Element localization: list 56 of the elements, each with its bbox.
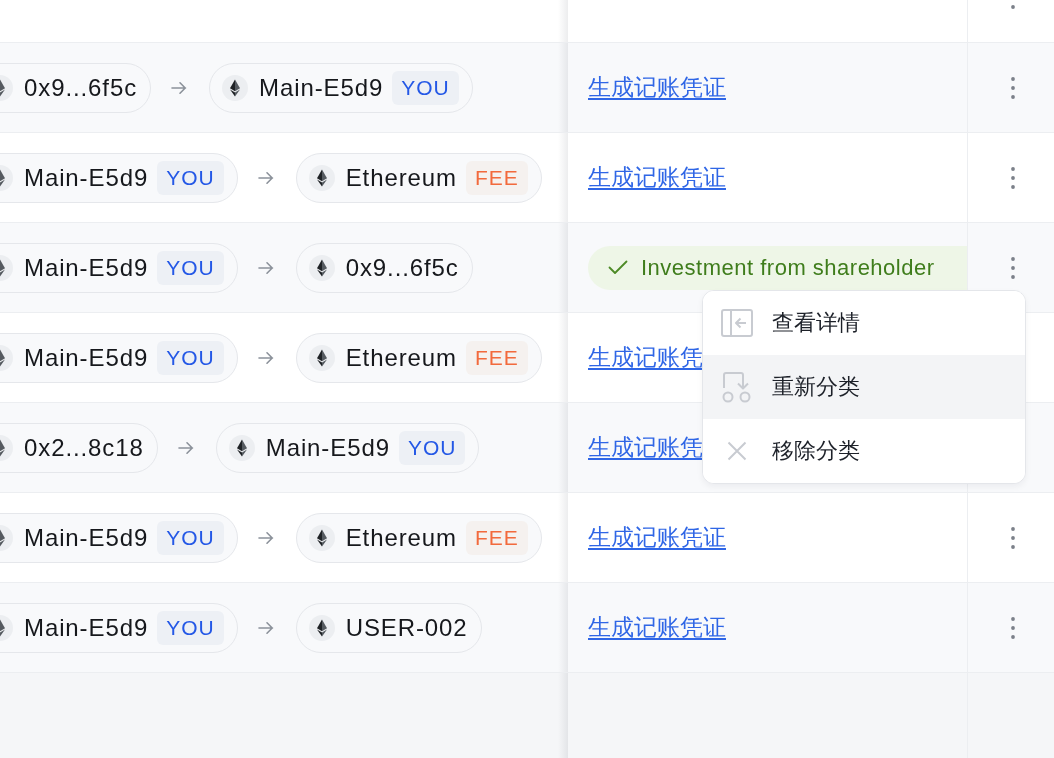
- account-tag: YOU: [157, 610, 224, 645]
- close-icon: [727, 441, 747, 461]
- account-tag: FEE: [465, 160, 528, 195]
- account-tag: YOU: [157, 340, 224, 375]
- account-name: 0x9...6f5c: [24, 73, 138, 102]
- arrow-right-icon: [171, 80, 188, 95]
- menu-item[interactable]: 查看详情: [703, 291, 1025, 355]
- voucher-link[interactable]: 生成记账凭证: [588, 162, 726, 193]
- account-name: Main-E5d9: [265, 433, 390, 462]
- account-name: 0x2...8c18: [24, 433, 144, 462]
- account-tag: FEE: [465, 340, 528, 375]
- kebab-icon: [1010, 166, 1015, 189]
- ethereum-icon: [222, 74, 249, 101]
- account-name: Ethereum: [345, 523, 457, 552]
- account-tag: YOU: [157, 160, 224, 195]
- arrow-right-icon: [257, 170, 274, 185]
- arrow-right-icon: [257, 530, 274, 545]
- account-name: Main-E5d9: [24, 523, 149, 552]
- ethereum-icon: [308, 524, 335, 551]
- arrow-right-icon: [257, 350, 274, 365]
- arrow-right-icon: [257, 260, 274, 275]
- account-tag: YOU: [157, 520, 224, 555]
- account-name: Main-E5d9: [259, 73, 384, 102]
- ethereum-icon: [308, 254, 335, 281]
- account-name: Main-E5d9: [24, 613, 149, 642]
- kebab-icon: [1010, 256, 1015, 279]
- voucher-link[interactable]: 生成记账凭证: [588, 612, 726, 643]
- ethereum-icon: [308, 164, 335, 191]
- account-tag: FEE: [465, 520, 528, 555]
- account-name: Main-E5d9: [24, 253, 149, 282]
- account-tag: YOU: [157, 250, 224, 285]
- arrow-right-icon: [257, 620, 274, 635]
- ethereum-icon: [308, 344, 335, 371]
- reclassify-icon: [721, 371, 753, 403]
- menu-item[interactable]: 移除分类: [703, 419, 1025, 483]
- category-label: Investment from shareholder: [641, 254, 935, 281]
- check-icon: [608, 260, 628, 275]
- ethereum-icon: [228, 434, 255, 461]
- voucher-link[interactable]: 生成记账凭证: [588, 522, 726, 553]
- ethereum-icon: [308, 614, 335, 641]
- account-name: Ethereum: [345, 163, 457, 192]
- kebab-icon: [1010, 526, 1015, 549]
- kebab-icon: [1010, 616, 1015, 639]
- voucher-link[interactable]: 生成记账凭: [588, 432, 703, 463]
- voucher-link[interactable]: 生成记账凭证: [588, 72, 726, 103]
- account-name: USER-002: [345, 613, 468, 642]
- account-name: Main-E5d9: [24, 163, 149, 192]
- arrow-right-icon: [177, 440, 194, 455]
- account-name: Ethereum: [345, 343, 457, 372]
- account-tag: YOU: [392, 70, 459, 105]
- account-name: Main-E5d9: [24, 343, 149, 372]
- menu-item[interactable]: 重新分类: [703, 355, 1025, 419]
- kebab-icon: [1010, 76, 1015, 99]
- account-name: 0x9...6f5c: [345, 253, 459, 282]
- account-tag: YOU: [398, 430, 466, 465]
- voucher-link[interactable]: 生成记账凭: [588, 342, 703, 373]
